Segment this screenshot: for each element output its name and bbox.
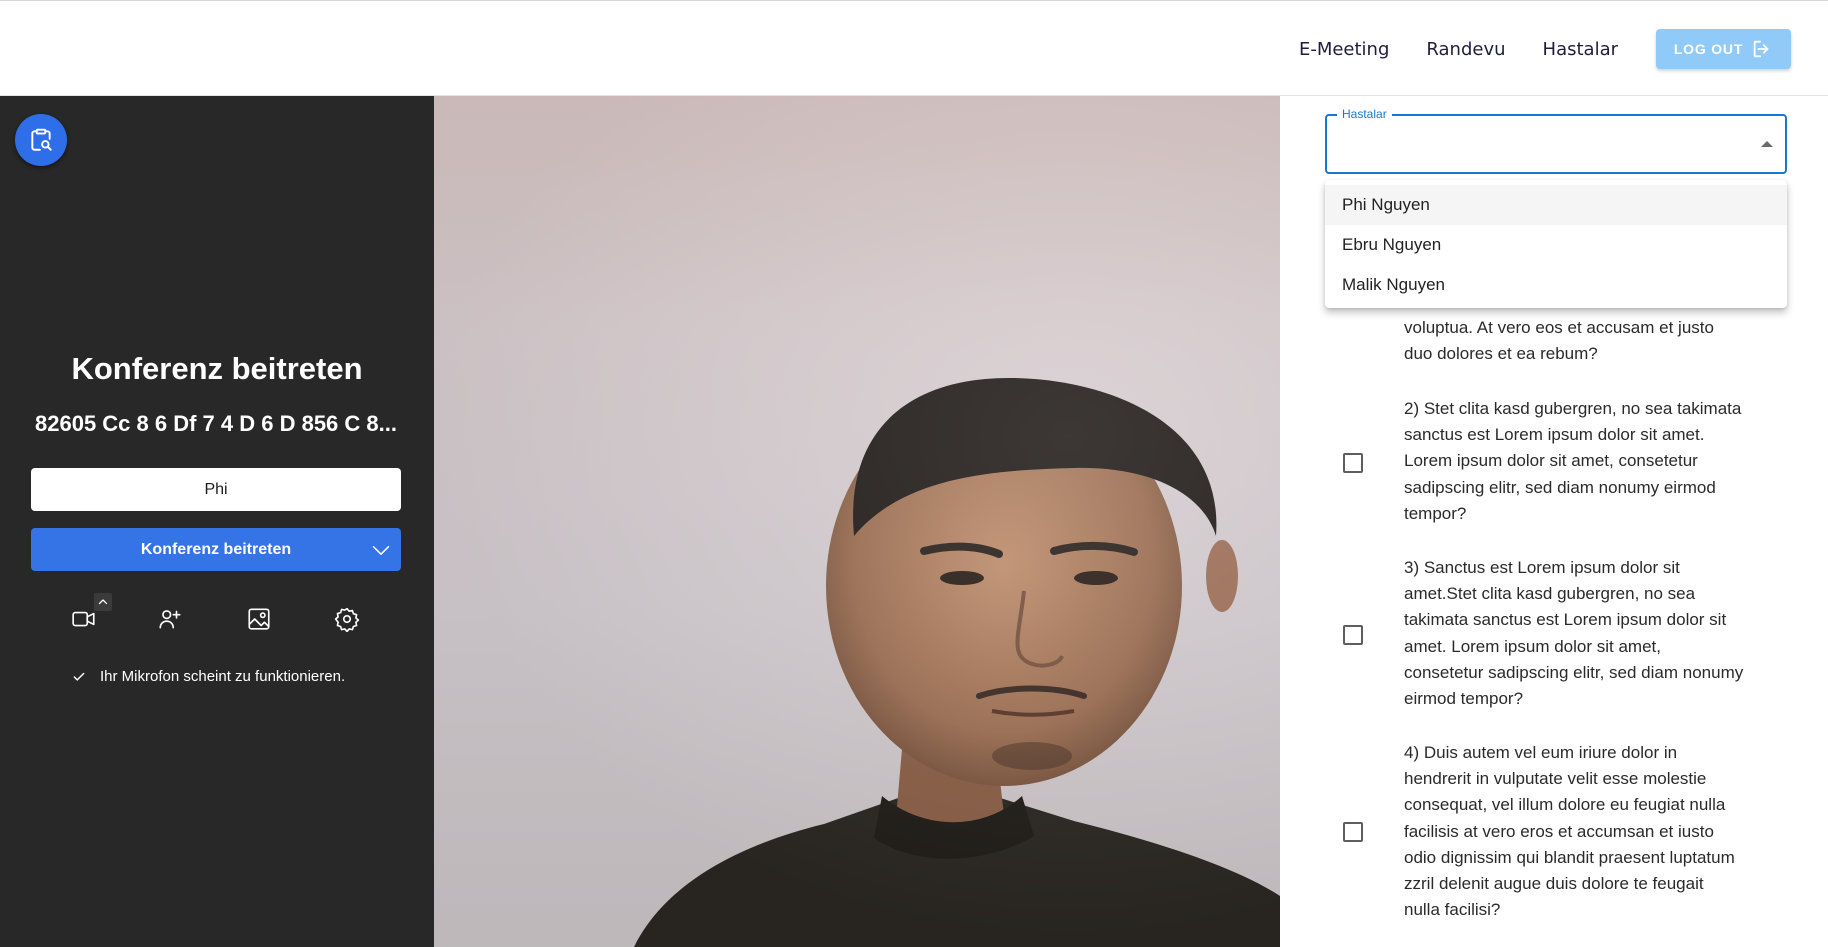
chevron-down-icon[interactable] bbox=[371, 540, 391, 560]
question-2-text: 2) Stet clita kasd gubergren, no sea tak… bbox=[1404, 399, 1742, 523]
question-4-checkbox[interactable] bbox=[1343, 822, 1363, 842]
patient-option[interactable]: Ebru Nguyen bbox=[1325, 225, 1787, 265]
logout-button[interactable]: LOG OUT bbox=[1656, 29, 1791, 69]
image-icon bbox=[248, 608, 270, 630]
nav-hastalar[interactable]: Hastalar bbox=[1543, 39, 1618, 60]
clipboard-search-button[interactable] bbox=[15, 114, 67, 166]
patient-option[interactable]: Phi Nguyen bbox=[1325, 185, 1787, 225]
checkmark-icon bbox=[73, 672, 85, 681]
camera-button[interactable] bbox=[69, 604, 99, 634]
caret-up-icon[interactable] bbox=[1761, 141, 1773, 147]
logout-label: LOG OUT bbox=[1673, 41, 1744, 57]
add-person-icon bbox=[159, 610, 181, 629]
video-camera-icon bbox=[72, 611, 95, 627]
mic-status: Ihr Mikrofon scheint zu funktionieren. bbox=[72, 668, 345, 685]
video-overlay bbox=[434, 96, 1280, 947]
prejoin-panel: Konferenz beitreten 82605 Cc 8 6 Df 7 4 … bbox=[0, 96, 434, 947]
nav-randevu[interactable]: Randevu bbox=[1426, 39, 1505, 60]
settings-button[interactable] bbox=[332, 604, 362, 634]
join-conference-button[interactable]: Konferenz beitreten bbox=[31, 528, 401, 571]
logout-icon bbox=[1753, 40, 1769, 58]
question-3-checkbox[interactable] bbox=[1343, 625, 1363, 645]
display-name-input[interactable] bbox=[31, 468, 401, 511]
join-title: Konferenz beitreten bbox=[71, 351, 363, 386]
question-2-checkbox[interactable] bbox=[1343, 453, 1363, 473]
question-1-text: voluptua. At vero eos et accusam et just… bbox=[1404, 318, 1714, 364]
invite-button[interactable] bbox=[155, 604, 185, 634]
prejoin-toolbar bbox=[0, 596, 434, 646]
nav-e-meeting[interactable]: E-Meeting bbox=[1299, 39, 1389, 60]
join-button-label: Konferenz beitreten bbox=[140, 540, 292, 558]
camera-preview bbox=[434, 96, 1280, 947]
patient-panel: voluptua. At vero eos et accusam et just… bbox=[1280, 96, 1828, 947]
question-3-text: 3) Sanctus est Lorem ipsum dolor sit ame… bbox=[1404, 558, 1744, 709]
room-id: 82605 Cc 8 6 Df 7 4 D 6 D 856 C 8... bbox=[35, 411, 397, 436]
patient-option[interactable]: Malik Nguyen bbox=[1325, 265, 1787, 305]
patient-select-label: Hastalar bbox=[1337, 107, 1392, 121]
patient-dropdown-menu: Phi Nguyen Ebru Nguyen Malik Nguyen bbox=[1325, 180, 1787, 308]
nav-menu: E-Meeting Randevu Hastalar LOG OUT bbox=[1299, 1, 1828, 97]
clipboard-search-icon bbox=[31, 128, 52, 151]
patient-select[interactable]: Hastalar bbox=[1325, 107, 1787, 174]
mic-status-text: Ihr Mikrofon scheint zu funktionieren. bbox=[100, 668, 346, 685]
virtual-background-button[interactable] bbox=[244, 604, 274, 634]
gear-icon bbox=[334, 607, 360, 632]
top-navbar: E-Meeting Randevu Hastalar LOG OUT bbox=[0, 0, 1828, 96]
question-4-text: 4) Duis autem vel eum iriure dolor in he… bbox=[1404, 743, 1735, 920]
